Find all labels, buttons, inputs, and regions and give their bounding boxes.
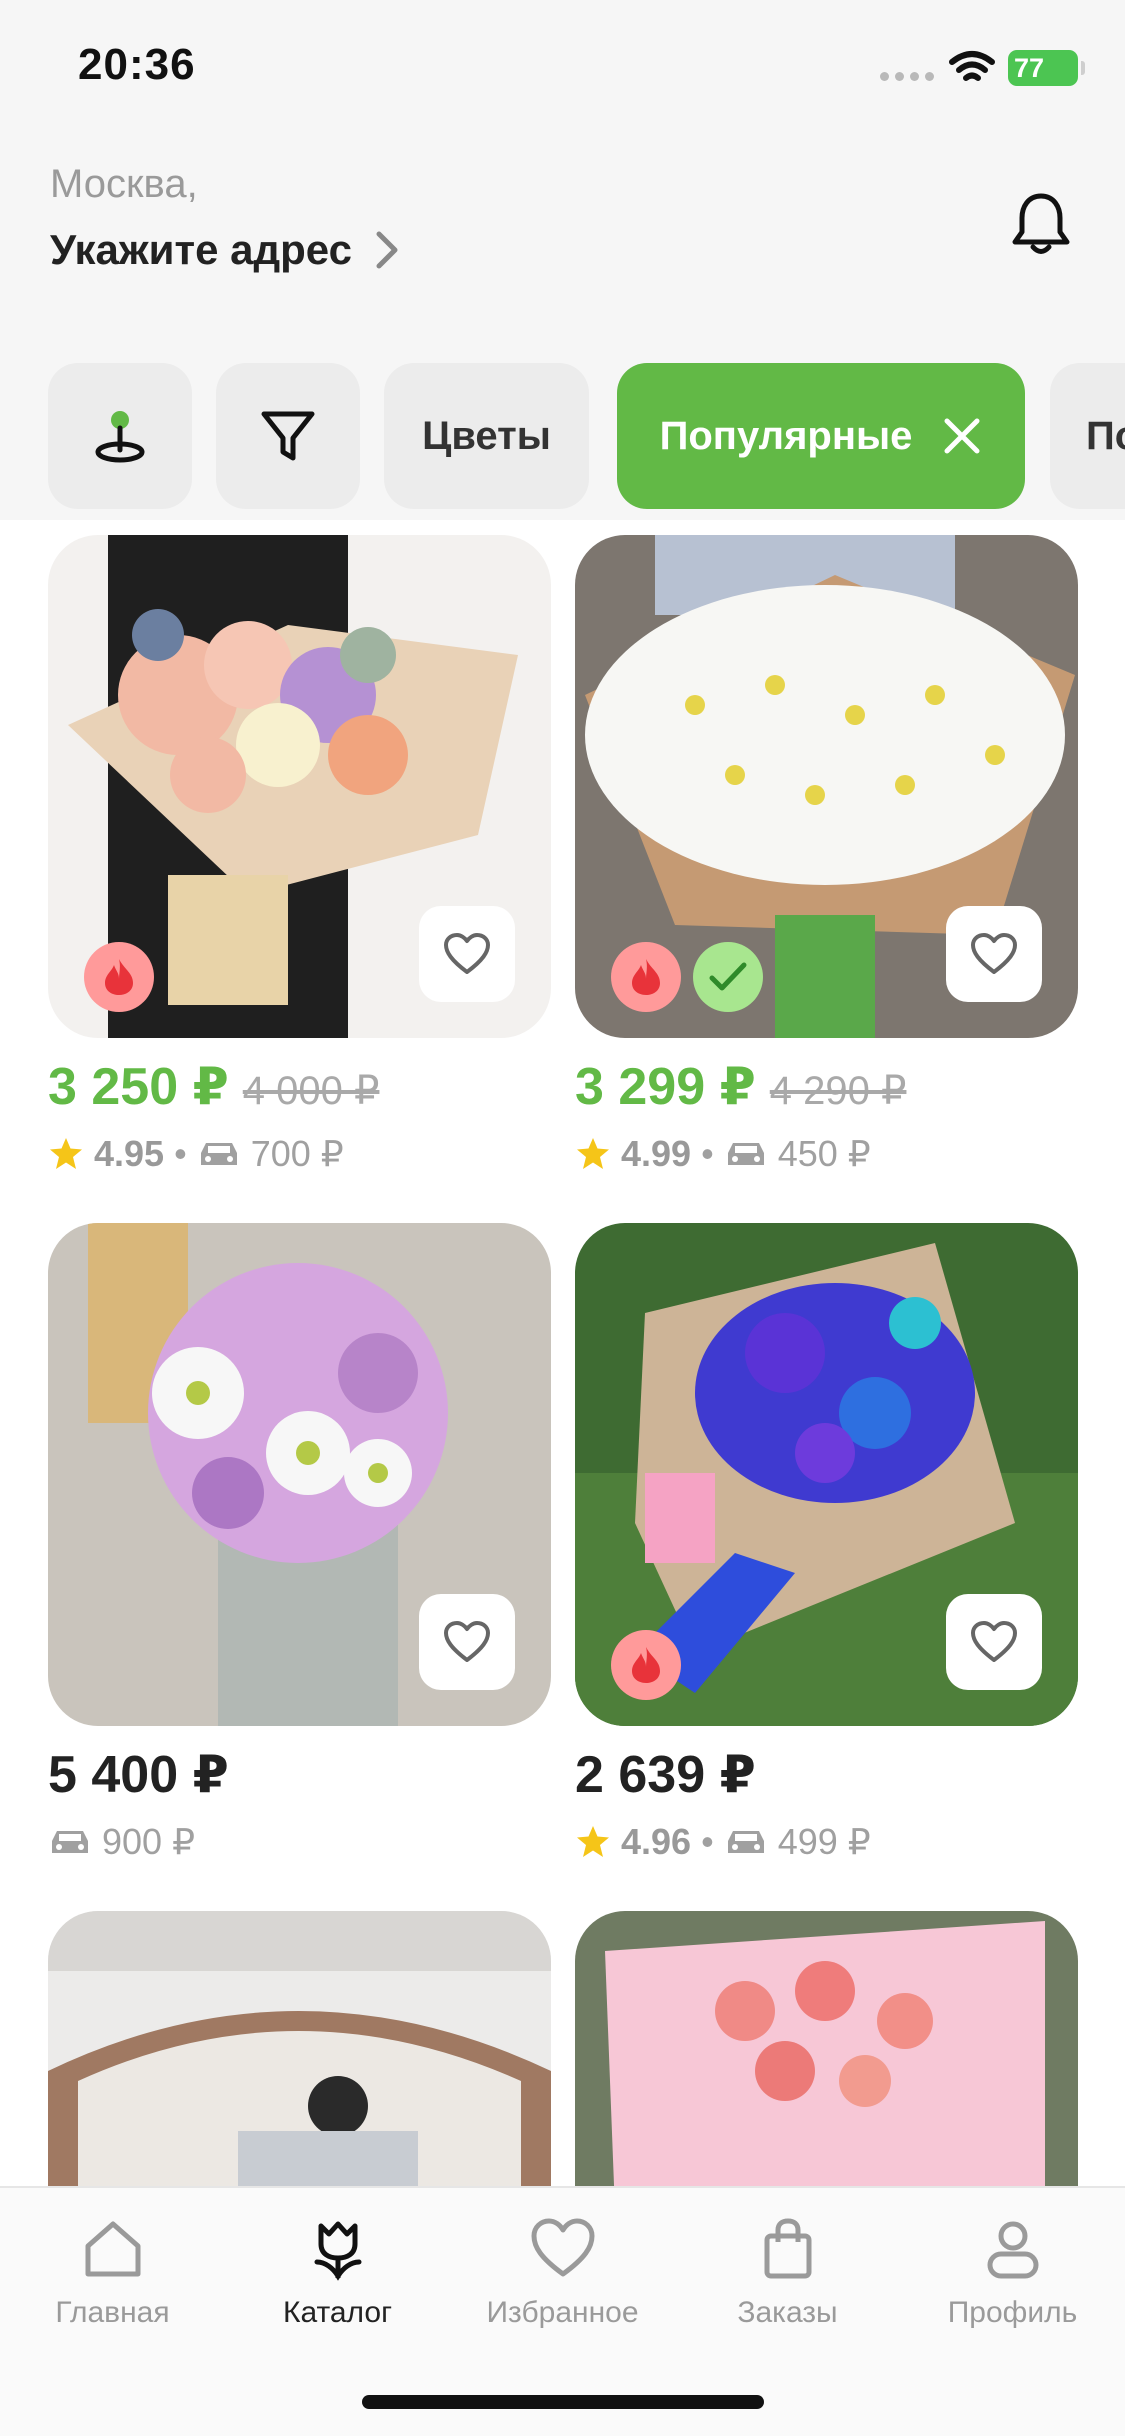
separator-dot: • [701, 1133, 714, 1174]
favorite-button[interactable] [946, 1594, 1042, 1690]
star-icon [577, 1826, 609, 1857]
rating: 4.99 [621, 1133, 692, 1174]
nav-favorites[interactable]: Избранное [450, 2216, 675, 2330]
separator-dot: • [174, 1133, 187, 1174]
home-indicator [362, 2395, 764, 2409]
filter-chips: Цветы Популярные По [0, 363, 1125, 511]
car-icon [200, 1143, 237, 1165]
car-icon [52, 1831, 88, 1853]
favorite-button[interactable] [946, 906, 1042, 1002]
heart-icon [971, 933, 1017, 974]
status-time: 20:36 [78, 40, 196, 89]
price-row: 2 639 ₽ [575, 1745, 756, 1805]
chip-popular[interactable]: Популярные [617, 363, 1025, 509]
nav-label: Заказы [737, 2296, 838, 2329]
nav-label: Профиль [947, 2296, 1078, 2329]
verified-badge [693, 942, 763, 1012]
location-pin-icon [95, 411, 145, 463]
favorite-button[interactable] [419, 1594, 515, 1690]
rating: 4.96 [621, 1821, 692, 1862]
price: 2 639 ₽ [575, 1746, 756, 1804]
rating: 4.95 [94, 1133, 165, 1174]
star-icon [50, 1138, 82, 1169]
product-card[interactable]: 3 299 ₽ 4 290 ₽ 4.99 • 450 ₽ [575, 535, 1078, 1174]
fire-icon [105, 959, 133, 995]
separator-dot: • [701, 1821, 714, 1862]
address-prompt: Укажите адрес [50, 226, 352, 273]
heart-icon [971, 1621, 1017, 1662]
chevron-right-icon [376, 231, 398, 269]
bag-icon [764, 2218, 811, 2279]
fire-icon [632, 1647, 660, 1683]
cellular-signal-icon [880, 72, 934, 81]
address-selector[interactable]: Укажите адрес [50, 226, 400, 274]
nav-label: Каталог [282, 2296, 393, 2329]
nav-orders[interactable]: Заказы [675, 2216, 900, 2330]
price: 3 250 ₽ [48, 1058, 229, 1116]
car-icon [727, 1143, 764, 1165]
tulip-icon [314, 2221, 361, 2281]
wifi-icon [949, 51, 995, 81]
product-photo[interactable] [575, 1223, 1078, 1726]
chip-next[interactable]: По [1050, 363, 1125, 509]
price: 5 400 ₽ [48, 1746, 229, 1804]
heart-icon [531, 2218, 594, 2277]
meta-row: 4.99 • 450 ₽ [575, 1133, 871, 1175]
price: 3 299 ₽ [575, 1058, 756, 1116]
hot-badge [611, 942, 681, 1012]
price-row: 3 299 ₽ 4 290 ₽ [575, 1057, 906, 1117]
delivery-cost: 700 ₽ [250, 1133, 344, 1174]
bell-icon[interactable] [1010, 190, 1072, 256]
product-photo[interactable] [48, 1223, 551, 1726]
old-price: 4 290 ₽ [769, 1069, 907, 1113]
product-card[interactable]: 2 639 ₽ 4.96 • 499 ₽ [575, 1223, 1078, 1862]
close-icon[interactable] [942, 416, 982, 456]
nav-label: Главная [55, 2296, 170, 2329]
product-photo[interactable] [575, 535, 1078, 1038]
funnel-icon [261, 411, 315, 461]
meta-row: 900 ₽ [48, 1821, 195, 1863]
heart-icon [444, 1621, 490, 1662]
price-row: 3 250 ₽ 4 000 ₽ [48, 1057, 379, 1117]
product-card[interactable]: 5 400 ₽ 900 ₽ [48, 1223, 551, 1862]
product-card[interactable]: 3 250 ₽ 4 000 ₽ 4.95 • 700 ₽ [48, 535, 551, 1174]
checkmark-icon [709, 962, 747, 991]
person-icon [987, 2221, 1038, 2279]
meta-row: 4.95 • 700 ₽ [48, 1133, 344, 1175]
nav-label: Избранное [486, 2296, 639, 2329]
hot-badge [611, 1630, 681, 1700]
delivery-cost: 900 ₽ [102, 1821, 195, 1862]
nav-profile[interactable]: Профиль [900, 2216, 1125, 2330]
delivery-cost: 450 ₽ [777, 1133, 871, 1174]
city-label: Москва, [50, 162, 198, 206]
chip-flowers[interactable]: Цветы [384, 363, 589, 509]
heart-icon [444, 933, 490, 974]
map-filter-button[interactable] [48, 363, 192, 509]
home-icon [85, 2221, 140, 2277]
filter-button[interactable] [216, 363, 360, 509]
nav-catalog[interactable]: Каталог [225, 2216, 450, 2330]
battery-indicator: 77 [1008, 50, 1085, 86]
meta-row: 4.96 • 499 ₽ [575, 1821, 871, 1863]
fire-icon [632, 959, 660, 995]
chip-popular-label: Популярные [659, 413, 913, 458]
old-price: 4 000 ₽ [242, 1069, 380, 1113]
nav-home[interactable]: Главная [0, 2216, 225, 2330]
star-icon [577, 1138, 609, 1169]
price-row: 5 400 ₽ [48, 1745, 229, 1805]
product-photo[interactable] [48, 535, 551, 1038]
battery-level: 77 [1014, 53, 1045, 83]
hot-badge [84, 942, 154, 1012]
car-icon [727, 1831, 764, 1853]
delivery-cost: 499 ₽ [777, 1821, 871, 1862]
favorite-button[interactable] [419, 906, 515, 1002]
